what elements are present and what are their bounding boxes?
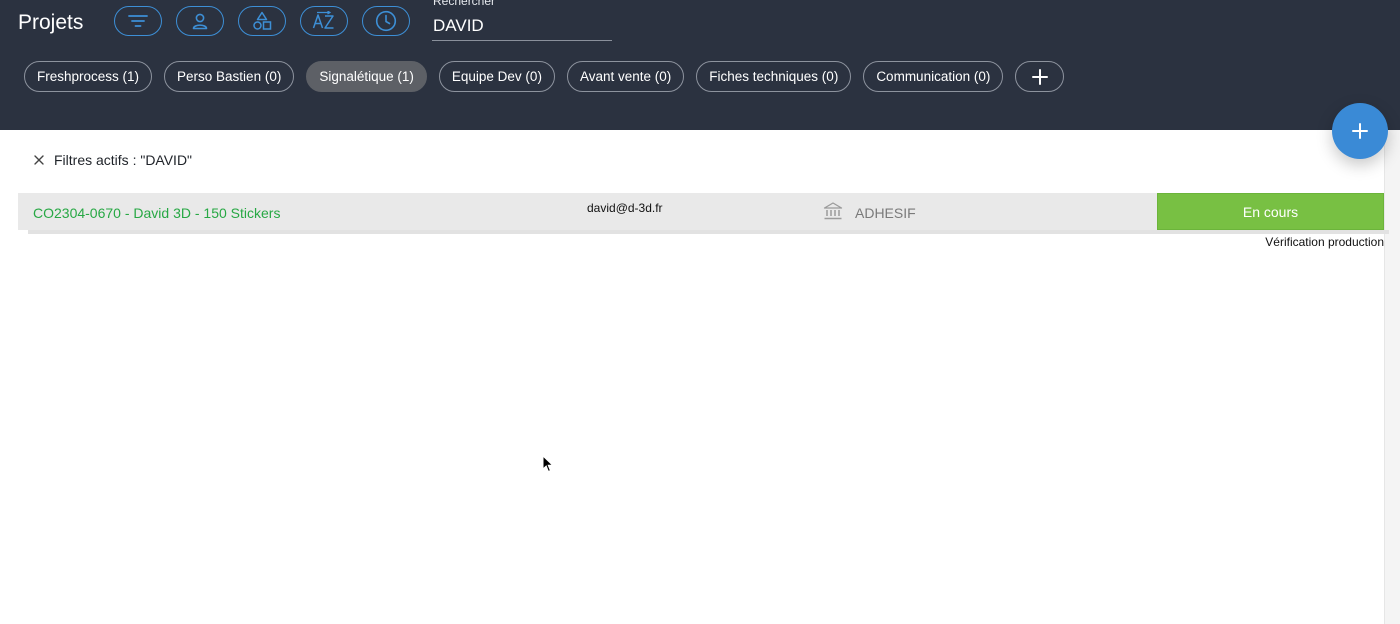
category-filter-button[interactable] — [238, 6, 286, 36]
chip-equipe-dev[interactable]: Equipe Dev (0) — [438, 61, 555, 92]
chip-signaletique[interactable]: Signalétique (1) — [306, 61, 427, 92]
chip-avant-vente[interactable]: Avant vente (0) — [566, 61, 685, 92]
chip-communication[interactable]: Communication (0) — [863, 61, 1004, 92]
add-category-button[interactable] — [1015, 61, 1065, 92]
bank-icon — [823, 202, 843, 220]
project-email: david@d-3d.fr — [587, 201, 663, 215]
close-icon[interactable] — [33, 154, 45, 166]
sort-az-icon — [312, 11, 334, 29]
app-header: Projets Rechercher DAVID Freshprocess (1… — [0, 0, 1400, 130]
history-button[interactable] — [362, 6, 410, 36]
filter-button[interactable] — [114, 6, 162, 36]
project-type: ADHESIF — [855, 205, 916, 221]
table-row[interactable]: CO2304-0670 - David 3D - 150 Stickers da… — [18, 193, 1384, 230]
sort-button[interactable] — [300, 6, 348, 36]
active-filters: Filtres actifs : "DAVID" — [33, 150, 192, 170]
search-label: Rechercher — [433, 0, 496, 8]
chip-freshprocess[interactable]: Freshprocess (1) — [24, 61, 153, 92]
row-shadow — [28, 230, 1389, 234]
filter-icon — [128, 15, 148, 27]
status-badge[interactable]: En cours — [1157, 193, 1384, 230]
user-filter-button[interactable] — [176, 6, 224, 36]
active-filters-label: Filtres actifs : "DAVID" — [54, 152, 193, 168]
category-chips: Freshprocess (1) Perso Bastien (0) Signa… — [24, 61, 1065, 92]
chip-perso-bastien[interactable]: Perso Bastien (0) — [164, 61, 295, 92]
status-detail: Vérification production — [1265, 235, 1384, 249]
user-icon — [192, 13, 208, 30]
page-title: Projets — [18, 11, 84, 34]
scrollbar[interactable] — [1384, 130, 1400, 624]
add-project-button[interactable] — [1332, 103, 1388, 159]
mouse-cursor-icon — [542, 455, 554, 473]
chip-fiches-techniques[interactable]: Fiches techniques (0) — [696, 61, 852, 92]
project-reference[interactable]: CO2304-0670 - David 3D - 150 Stickers — [33, 205, 280, 221]
plus-icon — [1352, 123, 1368, 139]
plus-icon — [1031, 68, 1048, 85]
clock-icon — [375, 10, 397, 32]
shapes-icon — [253, 11, 272, 30]
search-input[interactable] — [432, 13, 612, 41]
